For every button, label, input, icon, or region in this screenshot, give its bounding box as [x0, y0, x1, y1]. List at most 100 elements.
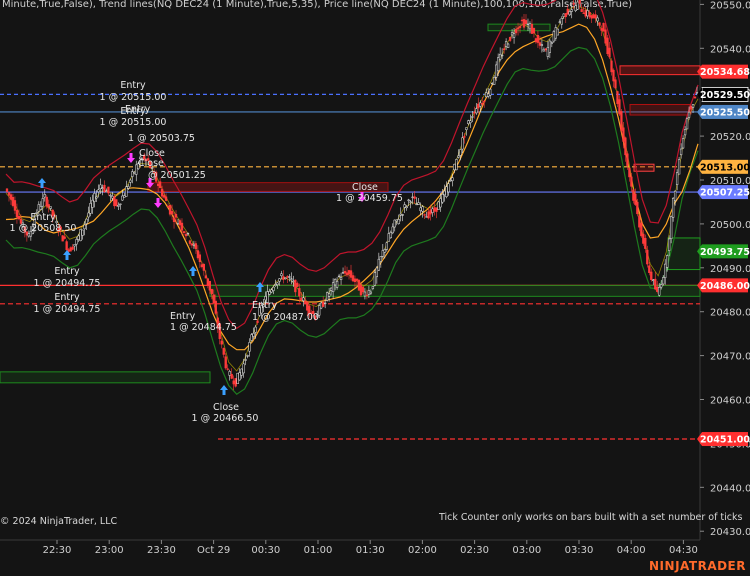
candle-body: [610, 60, 613, 73]
time-tick-label: 04:30: [669, 545, 698, 556]
candle-body: [425, 216, 428, 218]
candle-body: [129, 179, 132, 183]
trade-annotation: Entry: [120, 80, 146, 91]
candle-body: [518, 26, 522, 28]
trade-annotation: Entry: [125, 104, 151, 115]
candle-body: [479, 102, 482, 107]
price-tick-label: 20550.00: [710, 0, 750, 11]
candle-body: [85, 218, 88, 224]
candle-body: [664, 263, 667, 278]
candle-body: [570, 9, 573, 12]
trade-annotation: Entry: [54, 266, 80, 277]
candle-body: [687, 111, 691, 118]
candle-body: [13, 200, 17, 211]
resistance-zone-right: [619, 65, 701, 76]
candle-body: [568, 11, 571, 16]
candle-body: [95, 196, 98, 199]
candle-body: [383, 249, 386, 253]
candle-body: [415, 203, 418, 206]
candle-body: [200, 264, 204, 267]
candle-body: [407, 199, 410, 202]
candle-body: [49, 206, 52, 209]
candle-body: [27, 233, 31, 237]
candle-body: [115, 199, 118, 206]
candle-body: [582, 12, 585, 14]
candle-body: [300, 297, 303, 301]
candle-body: [347, 270, 351, 275]
candle-body: [544, 48, 548, 51]
time-tick-label: 03:30: [565, 545, 594, 556]
candle-body: [498, 53, 502, 60]
candle-body: [552, 31, 555, 42]
price-tick-label: 20500.00: [710, 220, 750, 231]
candle-body: [419, 207, 422, 211]
chart-canvas[interactable]: Minute,True,False), Trend lines(NQ DEC24…: [0, 0, 750, 576]
candle-body: [270, 289, 273, 293]
candle-body: [395, 219, 398, 222]
candle-body: [379, 256, 382, 262]
candle-body: [65, 241, 68, 251]
sell-arrow-icon: [127, 153, 135, 163]
candle-body: [164, 196, 168, 201]
candle-body: [176, 223, 180, 225]
trade-annotation: @ 20501.25: [148, 170, 206, 181]
trade-annotation: 1 @ 20487.00: [252, 312, 319, 323]
time-tick-label: 02:00: [408, 545, 437, 556]
candle-body: [413, 196, 416, 199]
candle-body: [602, 22, 605, 32]
chart-window[interactable]: { "header": { "indicator_text": "Minute,…: [0, 0, 750, 576]
candle-body: [367, 290, 371, 295]
candle-body: [626, 153, 629, 166]
candle-body: [202, 263, 206, 271]
candle-body: [77, 235, 80, 240]
candle-body: [302, 297, 305, 302]
candle-body: [449, 180, 452, 182]
candle-body: [522, 19, 526, 28]
candle-body: [351, 275, 355, 282]
candle-body: [236, 372, 239, 385]
candle-body: [5, 188, 9, 192]
price-tag-label: 20529.50: [700, 90, 750, 101]
candle-body: [638, 215, 641, 228]
candle-body: [324, 302, 327, 305]
candle-body: [562, 13, 565, 17]
trade-annotation: Entry: [30, 212, 56, 223]
candle-body: [536, 34, 540, 43]
copyright-text: © 2024 NinjaTrader, LLC: [0, 516, 118, 527]
candle-body: [640, 222, 643, 237]
candle-body: [652, 279, 655, 282]
candle-body: [119, 203, 122, 205]
candle-body: [524, 20, 528, 24]
candle-body: [7, 192, 11, 196]
candle-body: [520, 19, 524, 22]
price-tick-label: 20480.00: [710, 308, 750, 319]
time-tick-label: 02:30: [460, 545, 489, 556]
candle-body: [670, 216, 673, 240]
candle-body: [248, 342, 251, 352]
candle-body: [304, 300, 307, 304]
candle-body: [451, 177, 454, 181]
candle-body: [246, 355, 249, 357]
candle-body: [546, 47, 550, 57]
candle-body: [596, 17, 599, 22]
candle-body: [87, 212, 90, 218]
candle-body: [361, 286, 365, 293]
candle-body: [37, 204, 40, 212]
candle-body: [214, 300, 217, 314]
candle-body: [268, 291, 271, 295]
candle-body: [192, 243, 196, 246]
candle-body: [457, 155, 460, 158]
candle-body: [630, 176, 633, 187]
candle-body: [357, 279, 361, 291]
candle-body: [508, 37, 512, 41]
candle-body: [369, 291, 373, 294]
candle-body: [188, 240, 192, 244]
trade-annotation: 1 @ 20466.50: [192, 413, 259, 424]
candle-body: [17, 216, 21, 220]
candle-body: [668, 238, 671, 251]
candle-body: [598, 22, 601, 26]
candle-body: [63, 236, 66, 239]
buy-arrow-icon: [220, 385, 228, 395]
candle-body: [608, 47, 611, 58]
price-tick-label: 20520.00: [710, 132, 750, 143]
